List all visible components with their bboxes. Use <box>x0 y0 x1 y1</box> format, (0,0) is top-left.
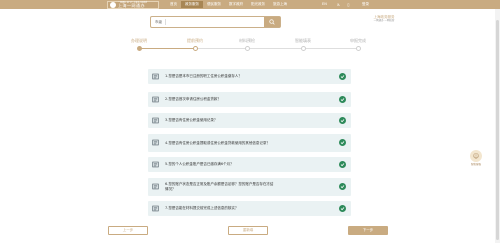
question-item[interactable]: 4.您是否有住房公积金提取或住房公积金贷款使用的其他信息记录？ <box>148 134 351 152</box>
nav-item-open-government[interactable]: 阳光政务 <box>247 1 269 8</box>
nav-item-convenience-services[interactable]: 便民服务 <box>203 1 225 8</box>
brand-badge: 上海政务服务 一网通办 一网统管 <box>366 15 402 23</box>
document-icon <box>152 205 159 212</box>
page-scrollbar[interactable] <box>495 9 500 243</box>
question-text: 6.您的账户状态是否正常及账户余额是否足够？您的账户是否存在冻结情况？ <box>165 182 274 191</box>
step-label-5: 申报完成 <box>350 38 366 43</box>
step-dot-3 <box>245 46 250 51</box>
question-text: 2.您是否首次申请住房公积金贷款？ <box>165 97 221 102</box>
smart-assistant-widget[interactable]: ☺ 智能客服 <box>469 150 483 170</box>
question-text: 7.您是否能在材料提交前完成上述信息的核实？ <box>165 206 239 211</box>
check-icon[interactable] <box>339 183 346 190</box>
step-label-1: 办理说明 <box>131 38 147 43</box>
document-icon <box>152 96 159 103</box>
question-text: 4.您是否有住房公积金提取或住房公积金贷款使用的其他信息记录？ <box>165 140 270 145</box>
previous-step-button[interactable]: 上一步 <box>108 226 148 235</box>
assistant-label: 智能客服 <box>470 163 481 166</box>
emblem-icon <box>110 2 116 8</box>
document-icon <box>152 117 159 124</box>
accessibility-icon[interactable]: ♿ <box>336 2 341 7</box>
step-connector-pending <box>196 48 359 49</box>
step-dot-2 <box>193 46 198 51</box>
question-item[interactable]: 7.您是否能在材料提交前完成上述信息的核实？ <box>148 201 351 216</box>
step-label-4: 智能填表 <box>295 38 311 43</box>
search-icon <box>269 19 275 25</box>
next-step-button[interactable]: 下一步 <box>348 226 388 235</box>
step-label-3: 材料预检 <box>239 38 255 43</box>
question-item[interactable]: 3.您是否有住房公积金使用记录？ <box>148 113 351 128</box>
question-item[interactable]: 6.您的账户状态是否正常及账户余额是否足够？您的账户是否存在冻结情况？ <box>148 178 351 196</box>
document-icon <box>152 73 159 80</box>
main-nav: 首页 政务服务 便民服务 数字政府 阳光政务 旅游上海 <box>166 1 291 8</box>
check-icon[interactable] <box>339 96 346 103</box>
logo-title: 上海一网通办 <box>118 3 145 8</box>
step-connector-done <box>140 48 196 49</box>
nav-item-digital-government[interactable]: 数字政府 <box>225 1 247 8</box>
assistant-avatar-icon: ☺ <box>470 150 482 162</box>
document-icon <box>152 139 159 146</box>
reset-button[interactable]: 重新填 <box>228 226 268 235</box>
brand-badge-subtitle: 一网通办 一网统管 <box>373 18 395 22</box>
question-text: 3.您是否有住房公积金使用记录？ <box>165 118 218 123</box>
top-navigation-bar: 一网通办 总门户 上海市人民政府 上海一网通办 首页 政务服务 便民服务 数字政… <box>0 0 500 9</box>
check-icon[interactable] <box>339 139 346 146</box>
nav-item-home[interactable]: 首页 <box>166 1 181 8</box>
mobile-icon[interactable]: ▯ <box>346 2 351 7</box>
login-link[interactable]: 登录 <box>362 1 369 8</box>
step-label-2: 提前预约 <box>187 38 203 43</box>
question-item[interactable]: 1.您是否是本市已注册的职工住房公积金缴存人？ <box>148 69 351 84</box>
scrollbar-thumb[interactable] <box>496 20 499 240</box>
step-dot-4 <box>301 46 306 51</box>
check-icon[interactable] <box>339 205 346 212</box>
site-logo[interactable]: 一网通办 总门户 上海市人民政府 上海一网通办 <box>107 1 159 9</box>
search-location-select[interactable]: 市级 <box>155 20 162 25</box>
document-icon <box>152 161 159 168</box>
check-icon[interactable] <box>339 117 346 124</box>
question-item[interactable]: 5.您的个人公积金账户是否已缴存满6个月？ <box>148 157 351 172</box>
question-text: 5.您的个人公积金账户是否已缴存满6个月？ <box>165 162 234 167</box>
search-bar: 市级 <box>150 16 281 28</box>
question-item[interactable]: 2.您是否首次申请住房公积金贷款？ <box>148 92 351 107</box>
step-dot-1 <box>137 46 142 51</box>
question-text: 1.您是否是本市已注册的职工住房公积金缴存人？ <box>165 74 242 79</box>
check-icon[interactable] <box>339 161 346 168</box>
nav-item-tourism[interactable]: 旅游上海 <box>269 1 291 8</box>
nav-item-government-services[interactable]: 政务服务 <box>181 1 203 8</box>
search-button[interactable] <box>264 17 280 27</box>
step-dot-5 <box>356 46 361 51</box>
language-switch[interactable]: EN <box>322 1 327 8</box>
check-icon[interactable] <box>339 73 346 80</box>
document-icon <box>152 183 159 190</box>
search-input[interactable] <box>166 18 268 26</box>
